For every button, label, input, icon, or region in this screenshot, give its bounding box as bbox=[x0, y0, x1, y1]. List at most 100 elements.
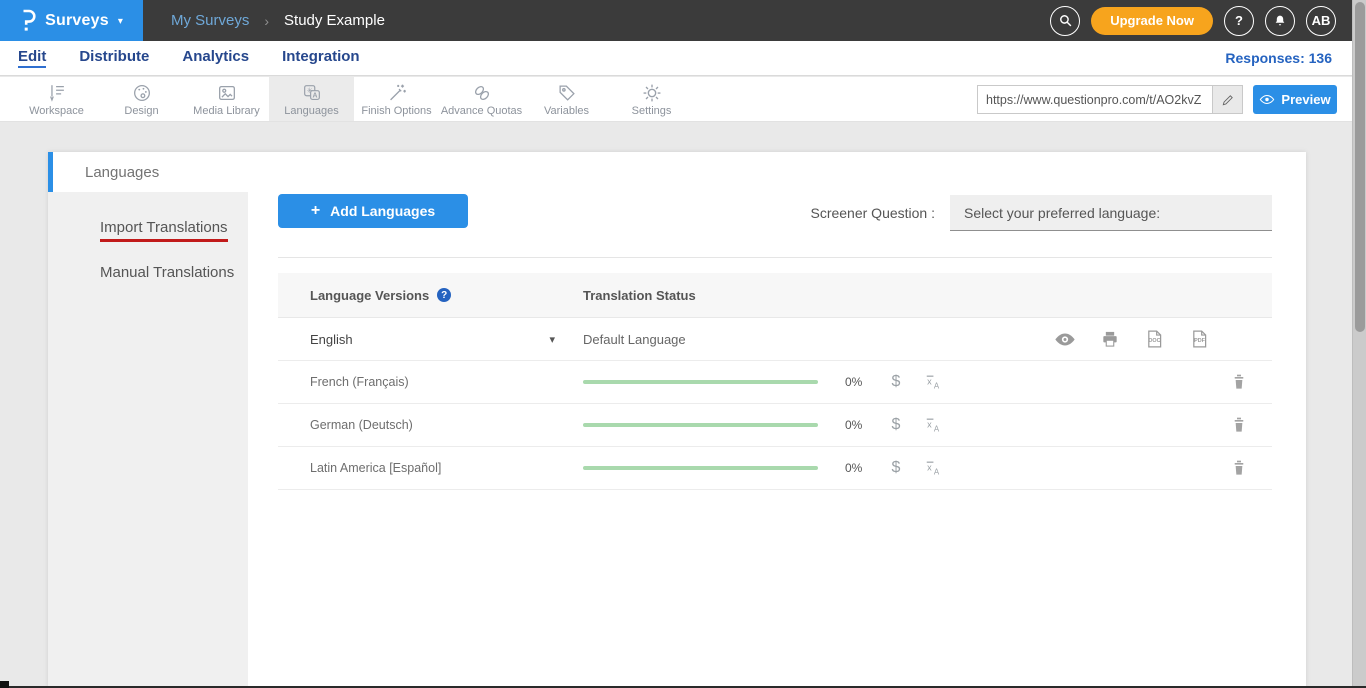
export-doc-icon[interactable]: DOC bbox=[1144, 328, 1165, 350]
svg-text:x: x bbox=[927, 377, 932, 387]
screener-question-select[interactable]: Select your preferred language: bbox=[950, 195, 1272, 231]
add-languages-button[interactable]: + Add Languages bbox=[278, 194, 468, 228]
page-scrollbar[interactable] bbox=[1352, 0, 1366, 688]
upgrade-now-button[interactable]: Upgrade Now bbox=[1091, 7, 1213, 35]
translate-icon[interactable]: x A bbox=[923, 372, 943, 392]
toolbar-label-settings: Settings bbox=[632, 105, 672, 117]
responses-count-link[interactable]: Responses: 136 bbox=[1225, 50, 1366, 66]
survey-nav-tabs: Edit Distribute Analytics Integration bbox=[0, 48, 360, 68]
gear-icon bbox=[641, 82, 663, 104]
paid-translation-icon[interactable]: $ bbox=[889, 373, 903, 391]
toolbar-item-advance-quotas[interactable]: Advance Quotas bbox=[439, 77, 524, 121]
tab-distribute[interactable]: Distribute bbox=[79, 48, 149, 68]
view-eye-icon[interactable] bbox=[1054, 332, 1076, 347]
survey-nav: Edit Distribute Analytics Integration Re… bbox=[0, 41, 1366, 76]
toolbar-item-finish-options[interactable]: Finish Options bbox=[354, 77, 439, 121]
tab-analytics[interactable]: Analytics bbox=[182, 48, 249, 68]
sidebar-list: Import Translations Manual Translations bbox=[48, 192, 248, 688]
toolbar-label-languages: Languages bbox=[284, 105, 338, 117]
tag-icon bbox=[556, 82, 578, 104]
sidebar-item-import-translations[interactable]: Import Translations bbox=[48, 208, 248, 253]
toolbar-item-languages[interactable]: ✳ A Languages bbox=[269, 77, 354, 121]
chain-links-icon bbox=[471, 82, 493, 104]
pdf-label: PDF bbox=[1194, 338, 1206, 344]
screener-question-value: Select your preferred language: bbox=[964, 205, 1160, 221]
language-name: Latin America [Español] bbox=[310, 461, 441, 475]
product-menu-label: Surveys bbox=[45, 12, 109, 30]
survey-url-input[interactable] bbox=[978, 86, 1212, 113]
tab-edit[interactable]: Edit bbox=[18, 48, 46, 68]
tab-integration[interactable]: Integration bbox=[282, 48, 360, 68]
toolbar-label-finish-options: Finish Options bbox=[361, 105, 431, 117]
delete-language-icon[interactable] bbox=[1231, 416, 1247, 434]
translation-percent: 0% bbox=[845, 375, 871, 389]
french-name-cell: French (Français) bbox=[278, 375, 583, 389]
translation-progress-bar bbox=[583, 466, 818, 470]
toolbar-item-workspace[interactable]: Workspace bbox=[14, 77, 99, 121]
manual-translations-label: Manual Translations bbox=[100, 264, 234, 281]
toolbar-item-design[interactable]: Design bbox=[99, 77, 184, 121]
notifications-button[interactable] bbox=[1265, 6, 1295, 36]
preview-label: Preview bbox=[1281, 92, 1330, 107]
media-library-icon bbox=[216, 82, 238, 104]
paid-translation-icon[interactable]: $ bbox=[889, 459, 903, 477]
magic-wand-icon bbox=[386, 82, 408, 104]
print-icon[interactable] bbox=[1100, 329, 1120, 349]
translation-progress-bar bbox=[583, 380, 818, 384]
toolbar-label-media-library: Media Library bbox=[193, 105, 260, 117]
preview-button[interactable]: Preview bbox=[1253, 85, 1337, 114]
breadcrumb-my-surveys[interactable]: My Surveys bbox=[171, 12, 249, 29]
chevron-down-icon: ▾ bbox=[118, 16, 123, 27]
default-language-status-cell: Default Language bbox=[583, 328, 1272, 350]
doc-label: DOC bbox=[1148, 338, 1160, 344]
search-button[interactable] bbox=[1050, 6, 1080, 36]
questionpro-logo-icon bbox=[20, 9, 36, 32]
languages-sidebar: Languages Import Translations Manual Tra… bbox=[48, 152, 248, 688]
translation-percent: 0% bbox=[845, 418, 871, 432]
toolbar-label-design: Design bbox=[124, 105, 158, 117]
svg-text:A: A bbox=[934, 468, 940, 477]
survey-url-box bbox=[977, 85, 1243, 114]
default-language-dropdown[interactable]: English ▾ bbox=[278, 332, 583, 347]
default-language-status: Default Language bbox=[583, 332, 686, 347]
screener-question-label: Screener Question : bbox=[810, 205, 935, 221]
language-name: French (Français) bbox=[310, 375, 409, 389]
avatar[interactable]: AB bbox=[1306, 6, 1336, 36]
export-pdf-icon[interactable]: PDF bbox=[1189, 328, 1210, 350]
german-name-cell: German (Deutsch) bbox=[278, 418, 583, 432]
toolbar-item-media-library[interactable]: Media Library bbox=[184, 77, 269, 121]
table-row-german: German (Deutsch) 0% $ x A bbox=[278, 404, 1272, 447]
languages-table: Language Versions ? Translation Status E… bbox=[278, 257, 1272, 490]
header-language-versions: Language Versions ? bbox=[278, 288, 583, 303]
language-name: German (Deutsch) bbox=[310, 418, 413, 432]
language-versions-help-icon[interactable]: ? bbox=[437, 288, 451, 302]
table-top-divider bbox=[278, 257, 1272, 258]
sidebar-title: Languages bbox=[48, 152, 248, 192]
paid-translation-icon[interactable]: $ bbox=[889, 416, 903, 434]
toolbar-item-variables[interactable]: Variables bbox=[524, 77, 609, 121]
svg-text:A: A bbox=[934, 382, 940, 391]
help-button[interactable]: ? bbox=[1224, 6, 1254, 36]
eye-icon bbox=[1259, 93, 1275, 106]
scrollbar-thumb[interactable] bbox=[1355, 2, 1365, 332]
translation-status-label: Translation Status bbox=[583, 288, 696, 303]
latin-america-status-cell: 0% $ x A bbox=[583, 458, 1272, 478]
delete-language-icon[interactable] bbox=[1231, 373, 1247, 391]
edit-url-button[interactable] bbox=[1212, 86, 1242, 113]
translate-icon[interactable]: x A bbox=[923, 458, 943, 478]
breadcrumb-current-survey: Study Example bbox=[284, 12, 385, 29]
product-menu-button[interactable]: Surveys ▾ bbox=[0, 0, 143, 41]
translate-icon[interactable]: x A bbox=[923, 415, 943, 435]
avatar-initials: AB bbox=[1312, 13, 1331, 28]
upgrade-now-label: Upgrade Now bbox=[1110, 13, 1194, 28]
toolbar-item-settings[interactable]: Settings bbox=[609, 77, 694, 121]
translation-progress-bar bbox=[583, 423, 818, 427]
delete-language-icon[interactable] bbox=[1231, 459, 1247, 477]
table-row-latin-america: Latin America [Español] 0% $ x A bbox=[278, 447, 1272, 490]
svg-text:x: x bbox=[927, 420, 932, 430]
default-language-name: English bbox=[310, 332, 353, 347]
design-palette-icon bbox=[131, 82, 153, 104]
sidebar-item-manual-translations[interactable]: Manual Translations bbox=[48, 253, 248, 292]
svg-text:A: A bbox=[934, 425, 940, 434]
edit-toolbar: Workspace Design bbox=[0, 77, 1366, 122]
